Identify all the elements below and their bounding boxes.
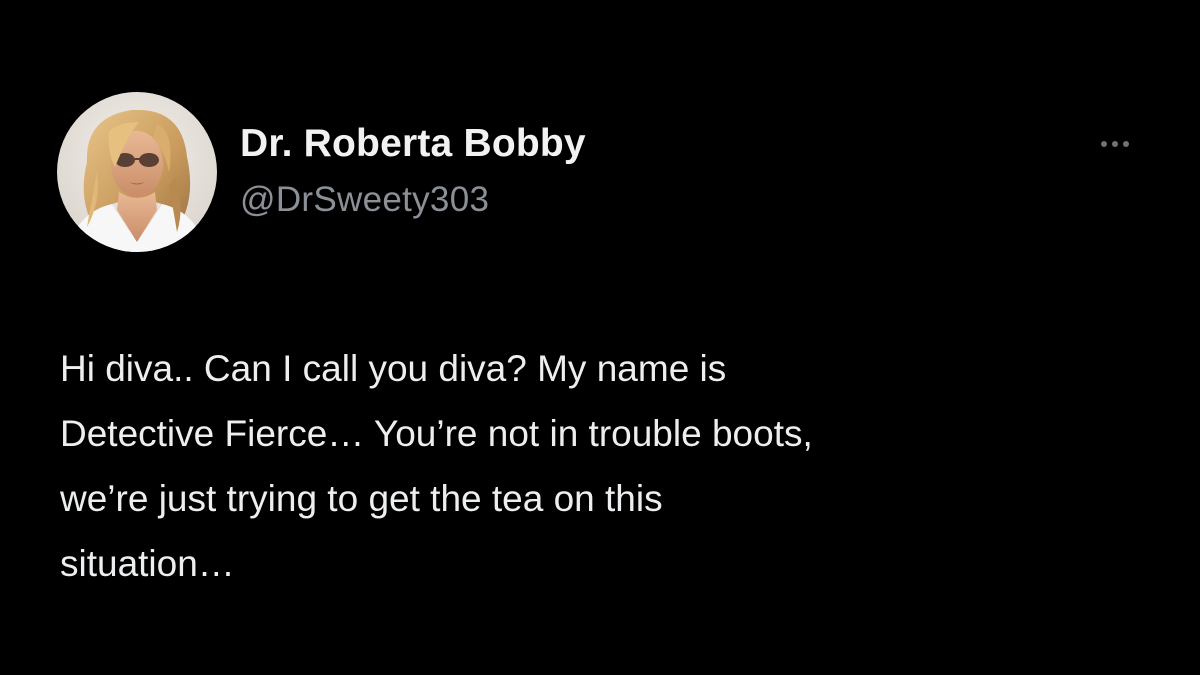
more-options-button[interactable] bbox=[1090, 130, 1140, 158]
tweet-text-line: situation… bbox=[60, 543, 235, 584]
ellipsis-icon-dot-2 bbox=[1112, 141, 1118, 147]
tweet-text-line: Detective Fierce… You’re not in trouble … bbox=[60, 413, 813, 454]
author-display-name[interactable]: Dr. Roberta Bobby bbox=[240, 122, 586, 166]
ellipsis-icon bbox=[1101, 141, 1107, 147]
avatar[interactable] bbox=[57, 92, 217, 252]
tweet-card: Dr. Roberta Bobby @DrSweety303 Hi diva..… bbox=[0, 0, 1200, 675]
tweet-text-line: we’re just trying to get the tea on this bbox=[60, 478, 663, 519]
tweet-text: Hi diva.. Can I call you diva? My name i… bbox=[60, 336, 1160, 596]
ellipsis-icon-dot-3 bbox=[1123, 141, 1129, 147]
tweet-text-line: Hi diva.. Can I call you diva? My name i… bbox=[60, 348, 727, 389]
profile-photo-icon bbox=[57, 92, 217, 252]
author-handle[interactable]: @DrSweety303 bbox=[240, 180, 489, 220]
